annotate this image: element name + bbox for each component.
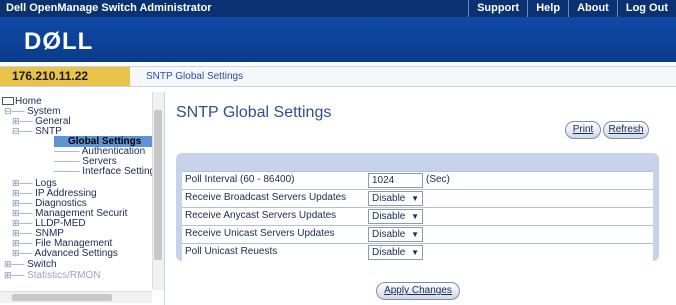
about-link[interactable]: About: [568, 0, 617, 17]
setting-row-anycast: Receive Anycast Servers Updates Disable ▼: [182, 207, 653, 225]
page-title: SNTP Global Settings: [176, 104, 332, 121]
header-banner: DØLL: [0, 17, 676, 62]
logout-link[interactable]: Log Out: [616, 0, 676, 17]
expand-icon: ⊞──: [4, 259, 25, 269]
tree-item-switch[interactable]: ⊞── Switch: [4, 259, 57, 270]
expand-icon: ⊞──: [12, 198, 33, 208]
scrollbar-thumb[interactable]: [12, 294, 112, 301]
tree-item-interface-settings[interactable]: ──── Interface Settings: [54, 166, 160, 177]
unicast-select[interactable]: Disable ▼: [368, 227, 423, 242]
tree-item-advanced-settings[interactable]: ⊞── Advanced Settings: [12, 248, 118, 259]
print-button[interactable]: Print: [565, 121, 601, 139]
expand-icon: ⊞──: [12, 228, 33, 238]
poll-interval-label: Poll Interval (60 - 86400): [185, 174, 295, 185]
expand-icon: ⊞──: [12, 116, 33, 126]
expand-icon: ⊞──: [12, 238, 33, 248]
top-nav-bar: Dell OpenManage Switch Administrator Sup…: [0, 0, 676, 17]
breadcrumb: SNTP Global Settings: [146, 71, 244, 82]
expand-icon: ⊞──: [12, 178, 33, 188]
poll-interval-unit: (Sec): [426, 174, 450, 185]
dropdown-arrow-icon: ▼: [411, 194, 419, 203]
poll-unicast-select[interactable]: Disable ▼: [368, 245, 423, 260]
broadcast-label: Receive Broadcast Servers Updates: [185, 192, 347, 203]
tree-vertical-scrollbar[interactable]: [152, 92, 164, 290]
dell-logo: DØLL: [24, 28, 94, 55]
settings-panel: Poll Interval (60 - 86400) 1024 (Sec) Re…: [176, 153, 659, 261]
app-title: Dell OpenManage Switch Administrator: [6, 2, 212, 14]
expand-icon: ⊞──: [4, 270, 25, 280]
top-nav-links: Support Help About Log Out: [468, 0, 676, 17]
navigation-tree: Home ⊟── System ⊞── General ⊟── SNTP Glo…: [0, 92, 165, 305]
dropdown-arrow-icon: ▼: [411, 212, 419, 221]
dropdown-arrow-icon: ▼: [411, 230, 419, 239]
computer-icon: [2, 97, 14, 106]
refresh-button[interactable]: Refresh: [603, 121, 649, 139]
unicast-label: Receive Unicast Servers Updates: [185, 228, 335, 239]
setting-row-poll-unicast: Poll Unicast Reuests Disable ▼: [182, 243, 653, 261]
scrollbar-thumb[interactable]: [154, 110, 162, 260]
anycast-label: Receive Anycast Servers Updates: [185, 210, 337, 221]
anycast-select[interactable]: Disable ▼: [368, 209, 423, 224]
setting-row-poll-interval: Poll Interval (60 - 86400) 1024 (Sec): [182, 171, 653, 189]
support-link[interactable]: Support: [468, 0, 527, 17]
address-bar: 176.210.11.22 SNTP Global Settings: [0, 66, 676, 87]
expand-icon: ⊞──: [12, 218, 33, 228]
collapse-icon: ⊟──: [12, 126, 33, 136]
tree-horizontal-scrollbar[interactable]: [0, 291, 152, 303]
dropdown-arrow-icon: ▼: [411, 248, 419, 257]
setting-row-broadcast: Receive Broadcast Servers Updates Disabl…: [182, 189, 653, 207]
broadcast-select[interactable]: Disable ▼: [368, 191, 423, 206]
poll-interval-input[interactable]: 1024: [368, 173, 423, 188]
apply-changes-button[interactable]: Apply Changes: [376, 282, 460, 300]
expand-icon: ⊞──: [12, 188, 33, 198]
expand-icon: ⊞──: [12, 208, 33, 218]
tree-item-statistics[interactable]: ⊞── Statistics/RMON: [4, 270, 100, 281]
poll-unicast-label: Poll Unicast Reuests: [185, 246, 278, 257]
expand-icon: ⊞──: [12, 248, 33, 258]
switch-ip: 176.210.11.22: [0, 67, 130, 86]
help-link[interactable]: Help: [527, 0, 568, 17]
setting-row-unicast: Receive Unicast Servers Updates Disable ▼: [182, 225, 653, 243]
collapse-icon: ⊟──: [4, 106, 25, 116]
